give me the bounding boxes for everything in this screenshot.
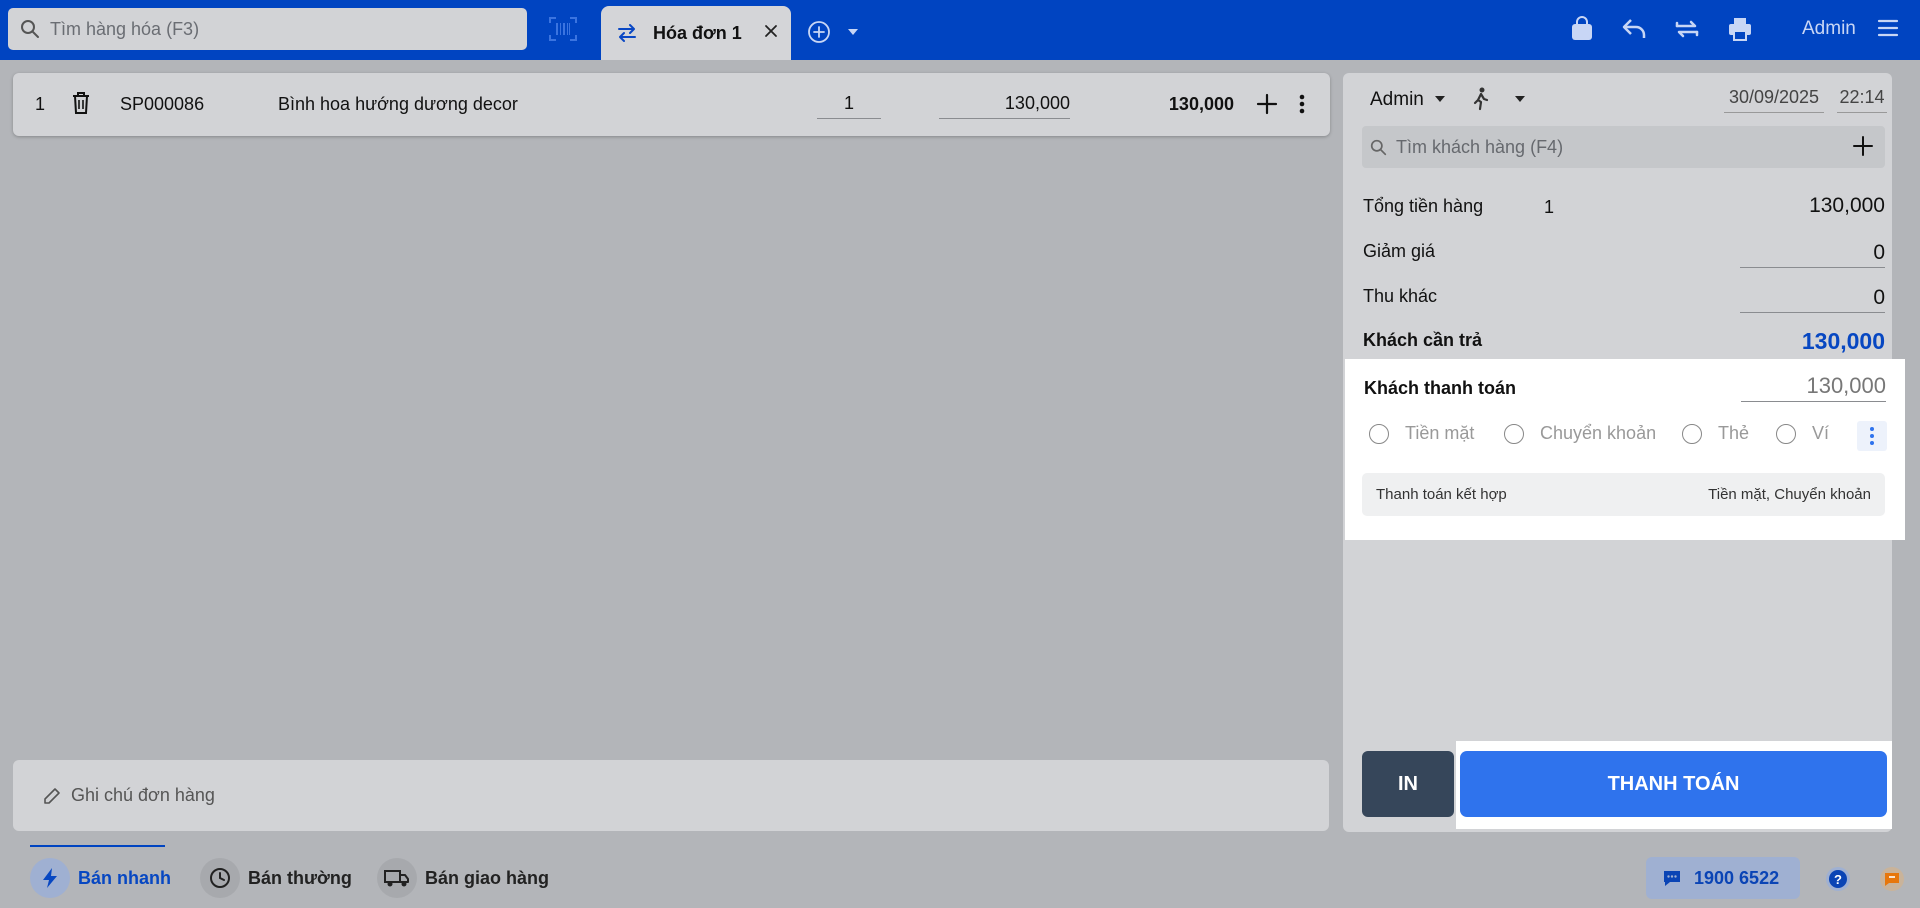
tab-invoice-1[interactable]: Hóa đơn 1: [601, 6, 791, 60]
customer-paid-label: Khách thanh toán: [1364, 378, 1516, 398]
sync-icon[interactable]: [1674, 16, 1700, 42]
add-customer-icon[interactable]: [1853, 136, 1873, 156]
payment-method-card[interactable]: Thẻ: [1682, 423, 1749, 444]
chat-icon: [1664, 871, 1680, 886]
trash-icon[interactable]: [71, 91, 91, 115]
swap-icon: [618, 24, 636, 42]
payment-box: Khách thanh toán 130,000 Tiền mặt Chuyển…: [1345, 359, 1905, 540]
printer-icon[interactable]: [1727, 16, 1753, 42]
customer-search-input[interactable]: [1396, 136, 1836, 158]
amount-due-value: 130,000: [1801, 328, 1885, 354]
customer-search[interactable]: [1362, 126, 1885, 168]
pencil-icon: [44, 787, 60, 804]
sale-time[interactable]: 22:14: [1837, 87, 1887, 113]
discount-input[interactable]: 0: [1740, 241, 1885, 268]
lightning-icon: [30, 858, 70, 898]
order-note[interactable]: Ghi chú đơn hàng: [13, 760, 1329, 831]
barcode-scan-icon[interactable]: [548, 16, 578, 42]
pay-button[interactable]: THANH TOÁN: [1460, 751, 1887, 817]
search-icon: [1370, 139, 1387, 155]
feedback-icon[interactable]: [1879, 866, 1905, 892]
plus-icon[interactable]: [1256, 93, 1278, 115]
mode-normal-sale[interactable]: Bán thường: [200, 858, 352, 898]
row-index: 1: [35, 94, 46, 114]
mode-quick-sale[interactable]: Bán nhanh: [30, 858, 171, 898]
combined-payment-value: Tiền mặt, Chuyển khoản: [1708, 486, 1871, 503]
shopping-bag-icon[interactable]: [1570, 16, 1594, 42]
add-tab-icon[interactable]: [807, 20, 831, 44]
discount-label: Giảm giá: [1363, 241, 1436, 261]
order-note-placeholder: Ghi chú đơn hàng: [71, 785, 215, 805]
top-bar: Hóa đơn 1 Admin: [0, 0, 1920, 60]
line-total: 130,000: [1168, 94, 1234, 114]
chevron-down-icon[interactable]: [846, 27, 860, 37]
hotline-button[interactable]: 1900 6522: [1646, 857, 1800, 899]
subtotal-count: 1: [1544, 197, 1555, 217]
product-name[interactable]: Bình hoa hướng dương decor: [278, 94, 518, 115]
unit-price-input[interactable]: 130,000: [939, 93, 1070, 119]
radio-icon: [1776, 423, 1796, 444]
bottom-bar: Bán nhanh Bán thường Bán giao hàng: [0, 845, 1920, 908]
subtotal-value: 130,000: [1809, 194, 1885, 217]
cart-row[interactable]: 1 SP000086 Bình hoa hướng dương decor 1 …: [13, 73, 1330, 136]
undo-icon[interactable]: [1621, 16, 1647, 42]
hotline-number: 1900 6522: [1694, 867, 1780, 888]
product-code: SP000086: [120, 94, 205, 114]
tab-label: Hóa đơn 1: [653, 22, 742, 43]
truck-icon: [377, 858, 417, 898]
combined-payment-label: Thanh toán kết hợp: [1376, 486, 1507, 503]
chevron-down-icon[interactable]: [1433, 94, 1447, 104]
mode-delivery-sale[interactable]: Bán giao hàng: [377, 858, 549, 898]
walking-person-icon[interactable]: [1471, 87, 1491, 111]
menu-icon[interactable]: [1877, 18, 1899, 38]
amount-due-label: Khách cần trả: [1363, 330, 1483, 350]
svg-text:?: ?: [1834, 872, 1842, 887]
active-mode-indicator: [30, 845, 165, 847]
user-name[interactable]: Admin: [1802, 18, 1856, 40]
chevron-down-icon[interactable]: [1513, 94, 1527, 104]
other-fee-input[interactable]: 0: [1740, 286, 1885, 313]
pay-button-frame: THANH TOÁN: [1456, 741, 1892, 829]
print-button[interactable]: IN: [1362, 751, 1454, 817]
more-vertical-icon[interactable]: [1298, 93, 1306, 115]
radio-icon: [1369, 423, 1389, 444]
clock-icon: [200, 858, 240, 898]
close-icon[interactable]: [763, 23, 779, 39]
search-icon: [21, 20, 39, 38]
help-icon[interactable]: ?: [1825, 866, 1851, 892]
radio-icon: [1504, 423, 1524, 444]
sale-date[interactable]: 30/09/2025: [1724, 87, 1824, 113]
other-fee-label: Thu khác: [1363, 286, 1438, 306]
payment-method-transfer[interactable]: Chuyển khoản: [1504, 423, 1656, 444]
product-search-input[interactable]: [50, 18, 490, 40]
customer-paid-input[interactable]: 130,000: [1741, 373, 1886, 402]
seller-select[interactable]: Admin: [1370, 89, 1424, 111]
radio-icon: [1682, 423, 1702, 444]
subtotal-label: Tổng tiền hàng: [1363, 196, 1484, 216]
quantity-input[interactable]: 1: [817, 93, 881, 119]
combined-payment[interactable]: Thanh toán kết hợp Tiền mặt, Chuyển khoả…: [1362, 473, 1885, 516]
payment-method-cash[interactable]: Tiền mặt: [1369, 423, 1474, 444]
payment-method-wallet[interactable]: Ví: [1776, 423, 1829, 444]
more-methods-icon[interactable]: [1857, 421, 1887, 451]
product-search[interactable]: [8, 8, 527, 50]
